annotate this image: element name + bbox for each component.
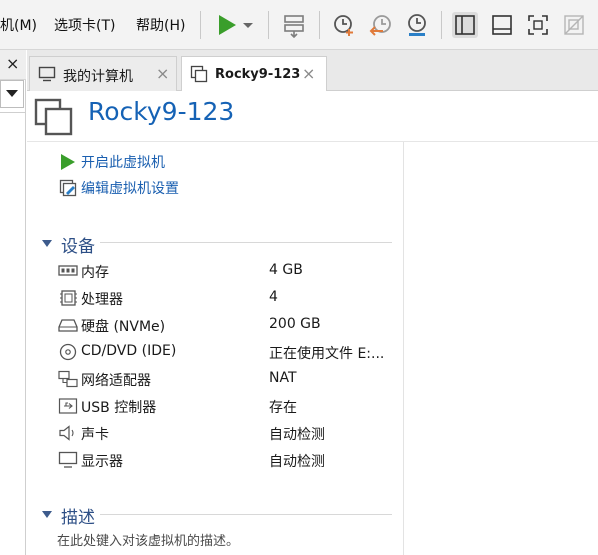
action-label: 编辑虚拟机设置 (81, 181, 179, 197)
toolbar-separator (268, 11, 269, 39)
tab-label: 我的计算机 (63, 69, 133, 85)
usb-icon (58, 397, 78, 415)
toolbar-separator (319, 11, 320, 39)
device-name: 内存 (81, 265, 109, 281)
toolbar-separator (200, 11, 201, 39)
menu-toolbar: 机(M) 选项卡(T) 帮助(H) (0, 0, 598, 50)
device-row-sound[interactable]: 声卡 自动检测 (58, 423, 398, 445)
view-thumbnail-icon[interactable] (489, 12, 515, 38)
tab-rocky9-123[interactable]: Rocky9-123 × (181, 56, 327, 92)
description-placeholder[interactable]: 在此处键入对该虚拟机的描述。 (57, 530, 239, 549)
section-title: 描述 (61, 508, 95, 528)
menu-tabs[interactable]: 选项卡(T) (54, 15, 115, 35)
device-name: 处理器 (81, 292, 123, 308)
device-row-network[interactable]: 网络适配器 NAT (58, 369, 398, 391)
display-icon (58, 451, 78, 469)
page-title: Rocky9-123 (88, 97, 235, 126)
computer-icon (38, 65, 56, 83)
tab-strip: 我的计算机 × Rocky9-123 × (27, 50, 598, 92)
device-name: 硬盘 (NVMe) (81, 319, 166, 335)
divider (100, 242, 392, 243)
vm-icon (190, 65, 208, 83)
play-icon[interactable] (214, 12, 240, 38)
collapse-triangle-icon (42, 240, 52, 247)
tab-my-computer[interactable]: 我的计算机 × (29, 56, 177, 91)
collapse-triangle-icon (42, 511, 52, 518)
device-name: 声卡 (81, 427, 109, 443)
divider (403, 142, 404, 555)
dropdown-arrow-icon[interactable] (240, 12, 256, 38)
send-ctrl-alt-del-icon[interactable] (281, 12, 307, 38)
library-sidebar: × (0, 50, 26, 555)
device-row-display[interactable]: 显示器 自动检测 (58, 450, 398, 472)
device-value: 4 (269, 289, 278, 305)
device-value: 自动检测 (269, 427, 325, 443)
device-row-harddisk[interactable]: 硬盘 (NVMe) 200 GB (58, 315, 398, 337)
device-row-memory[interactable]: 内存 4 GB (58, 261, 398, 283)
fullscreen-icon[interactable] (525, 12, 551, 38)
snapshot-manager-icon[interactable] (404, 12, 430, 38)
device-value: 正在使用文件 E:... (269, 346, 385, 362)
action-label: 开启此虚拟机 (81, 155, 165, 171)
divider (0, 112, 26, 113)
edit-settings-icon (59, 179, 77, 197)
library-search-dropdown[interactable] (0, 80, 24, 108)
section-title: 设备 (61, 237, 95, 257)
divider (100, 514, 392, 515)
device-name: CD/DVD (IDE) (81, 343, 177, 359)
device-value: 存在 (269, 400, 297, 416)
device-name: 显示器 (81, 454, 123, 470)
device-value: 自动检测 (269, 454, 325, 470)
device-row-usb[interactable]: USB 控制器 存在 (58, 396, 398, 418)
snapshot-revert-icon[interactable] (368, 12, 394, 38)
device-row-cpu[interactable]: 处理器 4 (58, 288, 398, 310)
menu-vm[interactable]: 机(M) (0, 15, 37, 35)
view-library-icon[interactable] (452, 12, 478, 38)
vm-icon (34, 98, 74, 136)
snapshot-take-icon[interactable] (331, 12, 357, 38)
sidebar-header: × (0, 50, 26, 80)
device-row-cd-dvd[interactable]: CD/DVD (IDE) 正在使用文件 E:... (58, 342, 398, 364)
device-value: NAT (269, 370, 297, 386)
harddisk-icon (58, 316, 78, 334)
unity-icon[interactable] (561, 12, 587, 38)
tab-label: Rocky9-123 (215, 67, 301, 82)
cd-dvd-icon (58, 343, 78, 361)
play-icon (59, 153, 77, 171)
chevron-down-icon (6, 90, 18, 97)
device-value: 4 GB (269, 262, 303, 278)
close-icon[interactable]: × (6, 54, 19, 73)
menu-help[interactable]: 帮助(H) (136, 15, 185, 35)
sound-icon (58, 424, 78, 442)
device-name: 网络适配器 (81, 373, 151, 389)
close-icon[interactable]: × (156, 64, 169, 83)
device-value: 200 GB (269, 316, 321, 332)
network-icon (58, 370, 78, 388)
divider (27, 141, 598, 142)
toolbar-separator (441, 11, 442, 39)
memory-icon (58, 262, 78, 280)
device-name: USB 控制器 (81, 400, 157, 416)
close-icon[interactable]: × (302, 64, 315, 83)
cpu-icon (58, 289, 78, 307)
